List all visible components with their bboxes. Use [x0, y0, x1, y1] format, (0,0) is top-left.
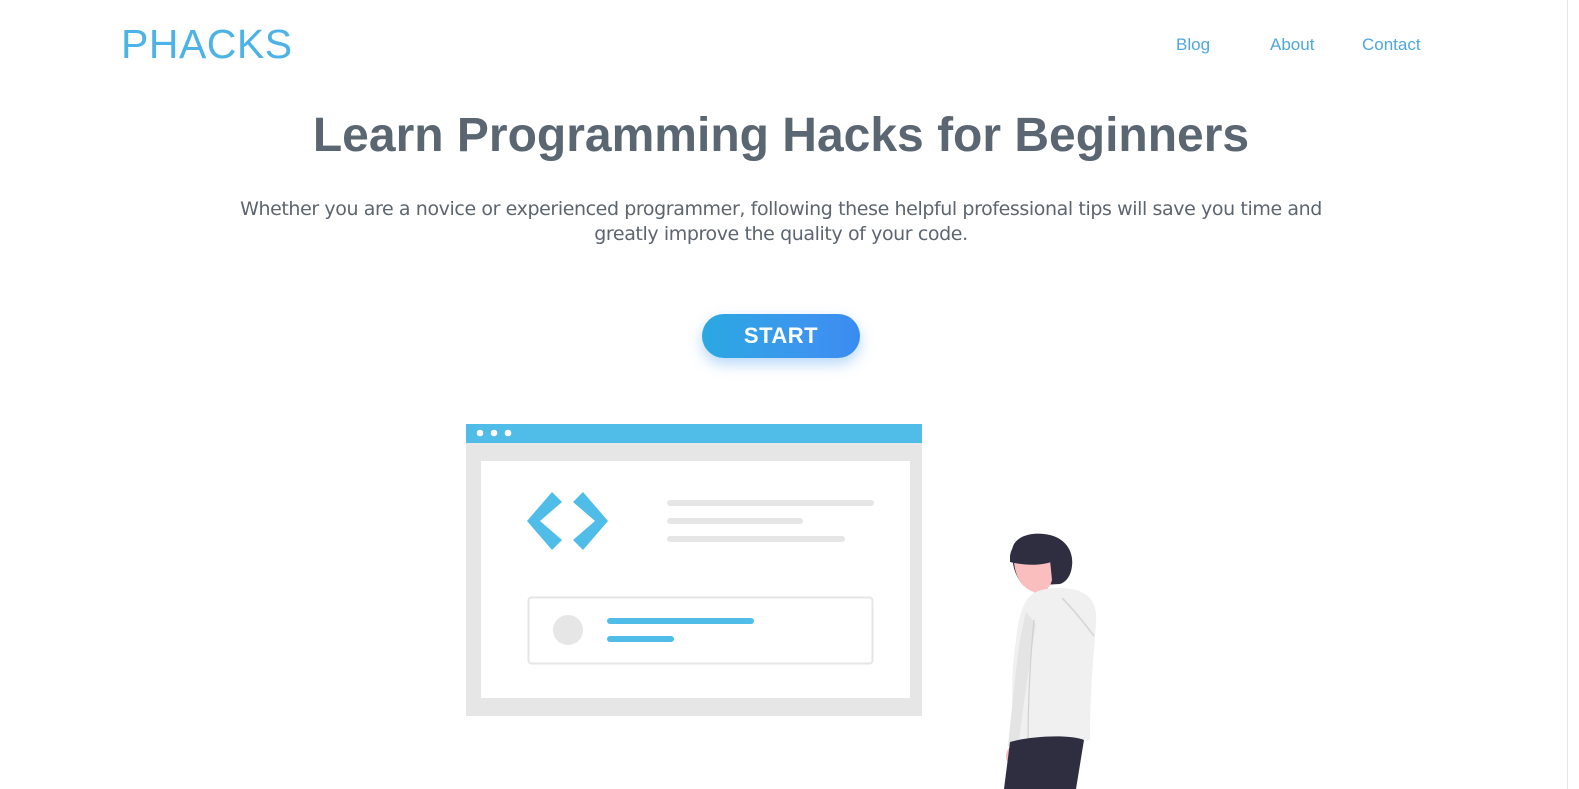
page-scrollbar[interactable] [1567, 0, 1579, 789]
window-dot-icon [476, 429, 484, 437]
text-line-placeholder [667, 518, 803, 524]
browser-content-area [481, 461, 910, 698]
start-button[interactable]: START [702, 314, 860, 358]
browser-window-icon [466, 424, 922, 716]
main-nav: Blog About Contact [0, 34, 1579, 56]
nav-link-contact[interactable]: Contact [1362, 34, 1421, 56]
inner-card [527, 596, 874, 665]
hero-subtitle: Whether you are a novice or experienced … [240, 198, 1322, 245]
card-line-accent [607, 618, 754, 624]
avatar-placeholder-icon [553, 615, 583, 645]
landing-page: PHACKS Blog About Contact Learn Programm… [0, 0, 1579, 789]
person-figure-icon [1004, 533, 1097, 789]
text-line-placeholder [667, 536, 845, 542]
window-dot-icon [504, 429, 512, 437]
code-brackets-icon [527, 492, 608, 550]
card-line-accent [607, 636, 674, 642]
browser-frame [466, 424, 922, 716]
nav-link-about[interactable]: About [1270, 34, 1314, 56]
browser-title-bar [466, 424, 922, 443]
hero-title: Learn Programming Hacks for Beginners [312, 109, 1250, 162]
nav-link-blog[interactable]: Blog [1176, 34, 1210, 56]
text-line-placeholder [667, 500, 874, 506]
window-dot-icon [490, 429, 498, 437]
